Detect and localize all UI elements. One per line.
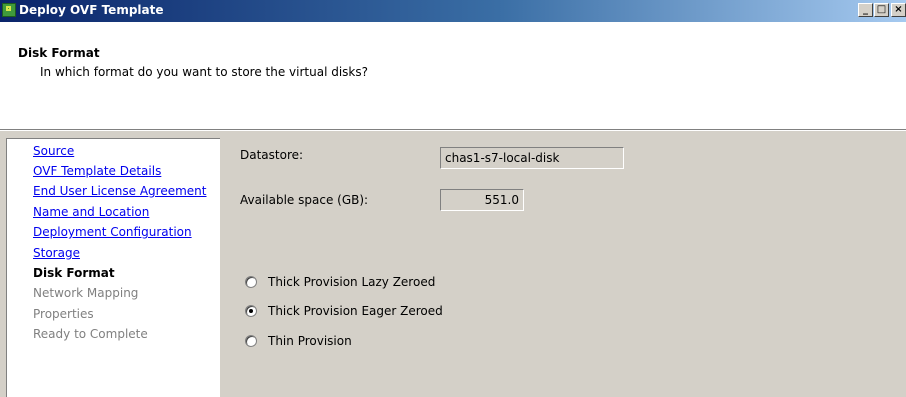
minimize-button[interactable]: _ [858,3,873,17]
radio-thick-eager-zeroed[interactable] [245,305,257,317]
window-title: Deploy OVF Template [19,3,164,17]
nav-item-storage[interactable]: Storage [33,246,80,260]
radio-thick-lazy-zeroed[interactable] [245,276,257,288]
nav-item-network-mapping: Network Mapping [33,286,139,300]
available-space-label: Available space (GB): [240,193,369,207]
wizard-header: Disk Format In which format do you want … [0,22,906,129]
nav-item-deployment-configuration[interactable]: Deployment Configuration [33,225,192,239]
close-button[interactable]: × [891,3,906,17]
datastore-field: chas1-s7-local-disk [440,147,624,169]
nav-item-source[interactable]: Source [33,144,74,158]
nav-item-eula[interactable]: End User License Agreement [33,184,206,198]
radio-label-thin-provision[interactable]: Thin Provision [268,334,352,348]
nav-item-name-and-location[interactable]: Name and Location [33,205,149,219]
radio-thin-provision[interactable] [245,335,257,347]
datastore-label: Datastore: [240,148,304,162]
vsphere-app-icon [2,3,16,17]
radio-label-thick-eager-zeroed[interactable]: Thick Provision Eager Zeroed [268,304,443,318]
page-subtitle: In which format do you want to store the… [40,65,369,79]
nav-item-properties: Properties [33,307,94,321]
wizard-step-nav: Source OVF Template Details End User Lic… [6,138,220,397]
title-bar: Deploy OVF Template _ □ × [0,0,906,22]
nav-item-ovf-template-details[interactable]: OVF Template Details [33,164,161,178]
nav-item-ready-to-complete: Ready to Complete [33,327,148,341]
maximize-button[interactable]: □ [874,3,889,17]
header-divider-highlight [0,130,906,131]
available-space-field: 551.0 [440,189,524,211]
page-title: Disk Format [18,46,100,60]
radio-label-thick-lazy-zeroed[interactable]: Thick Provision Lazy Zeroed [268,275,435,289]
nav-item-disk-format: Disk Format [33,266,115,280]
